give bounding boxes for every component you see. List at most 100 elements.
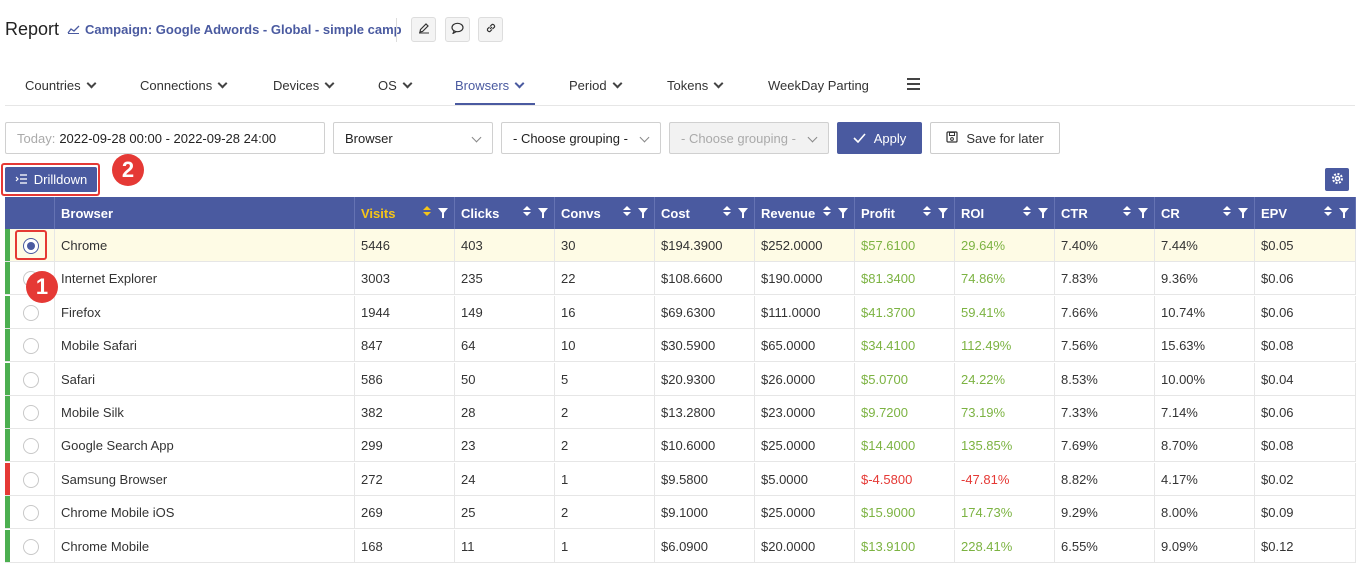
cell-cost: $13.2800	[655, 396, 755, 429]
table-row[interactable]: Chrome Mobile iOS 269 25 2 $9.1000 $25.0000 $1…	[5, 496, 1356, 530]
row-radio[interactable]	[23, 371, 39, 388]
filter-icon[interactable]	[1339, 208, 1349, 218]
row-radio[interactable]	[23, 405, 39, 421]
row-radio[interactable]	[23, 505, 39, 522]
table-settings-button[interactable]	[1325, 168, 1349, 191]
copy-link-button[interactable]	[478, 17, 503, 42]
tab-tokens[interactable]: Tokens	[667, 75, 724, 95]
row-radio[interactable]	[23, 538, 39, 555]
cell-convs: 16	[555, 295, 655, 329]
tab-label: OS	[378, 77, 397, 93]
chevron-down-icon	[639, 132, 650, 143]
sort-icon[interactable]	[923, 206, 931, 216]
annotation-badge-2: 2	[112, 154, 144, 186]
column-header-browser[interactable]: Browser	[55, 197, 355, 229]
date-range-input[interactable]: Today: 2022-09-28 00:00 - 2022-09-28 24:…	[5, 122, 325, 154]
column-header-clicks[interactable]: Clicks	[455, 197, 555, 229]
apply-button[interactable]: Apply	[837, 122, 922, 154]
row-radio[interactable]	[23, 438, 39, 455]
table-row[interactable]: Chrome 5446 403 30 $194.3900 $252.0000 $57.610…	[5, 229, 1356, 262]
column-header-ctr[interactable]: CTR	[1055, 197, 1155, 229]
cell-epv: $0.09	[1255, 496, 1356, 530]
grouping-select-2[interactable]: - Choose grouping -	[501, 122, 661, 154]
filter-icon[interactable]	[1238, 208, 1248, 218]
sort-icon[interactable]	[523, 206, 531, 216]
cell-profit: $-4.5800	[855, 462, 955, 496]
filter-icon[interactable]	[638, 208, 648, 218]
tab-period[interactable]: Period	[569, 75, 623, 95]
column-header-epv[interactable]: EPV	[1255, 197, 1356, 229]
tab-weekday-parting[interactable]: WeekDay Parting	[768, 75, 869, 95]
table-row[interactable]: Mobile Safari 847 64 10 $30.5900 $65.0000 $34.…	[5, 329, 1356, 363]
cell-cr: 8.00%	[1155, 496, 1255, 530]
table-row[interactable]: Safari 586 50 5 $20.9300 $26.0000 $5.0700 24.22…	[5, 362, 1356, 396]
tab-countries[interactable]: Countries	[25, 75, 97, 95]
cell-cost: $69.6300	[655, 295, 755, 329]
tab-label: Connections	[140, 77, 213, 93]
sort-icon[interactable]	[1023, 206, 1031, 216]
sort-icon[interactable]	[1123, 206, 1131, 216]
sort-icon[interactable]	[823, 206, 831, 216]
column-header-roi[interactable]: ROI	[955, 197, 1055, 229]
sort-icon[interactable]	[423, 206, 431, 216]
filter-icon[interactable]	[838, 208, 848, 218]
save-for-later-button[interactable]: Save for later	[930, 122, 1060, 154]
select-column-header	[5, 197, 55, 229]
notes-button[interactable]	[445, 17, 470, 42]
grouping-select-1[interactable]: Browser	[333, 122, 493, 154]
cell-cr: 8.70%	[1155, 429, 1255, 463]
filter-icon[interactable]	[938, 208, 948, 218]
column-label: Clicks	[461, 205, 500, 221]
cell-epv: $0.02	[1255, 462, 1356, 496]
save-icon	[946, 130, 958, 146]
sort-icon[interactable]	[1324, 206, 1332, 216]
column-header-profit[interactable]: Profit	[855, 197, 955, 229]
cell-visits: 847	[355, 329, 455, 363]
column-header-cost[interactable]: Cost	[655, 197, 755, 229]
edit-button[interactable]	[411, 17, 436, 42]
menu-icon[interactable]	[907, 78, 920, 93]
column-header-visits[interactable]: Visits	[355, 197, 455, 229]
tab-browsers[interactable]: Browsers	[455, 75, 525, 95]
cell-ctr: 6.55%	[1055, 529, 1155, 563]
row-radio[interactable]	[23, 471, 39, 488]
cell-clicks: 235	[455, 262, 555, 296]
tab-devices[interactable]: Devices	[273, 75, 335, 95]
row-radio[interactable]	[23, 304, 39, 321]
table-row[interactable]: Chrome Mobile 168 11 1 $6.0900 $20.0000 $13.91…	[5, 529, 1356, 563]
table-row[interactable]: Firefox 1944 149 16 $69.6300 $111.0000 $41.370…	[5, 295, 1356, 329]
campaign-link[interactable]: Campaign: Google Adwords - Global - simp…	[67, 22, 402, 37]
cell-revenue: $252.0000	[755, 229, 855, 262]
tab-os[interactable]: OS	[378, 75, 413, 95]
row-radio[interactable]	[23, 338, 39, 355]
grouping-tabs: Countries Connections Devices OS Browser…	[5, 64, 1355, 106]
filter-icon[interactable]	[738, 208, 748, 218]
filter-icon[interactable]	[1138, 208, 1148, 218]
chevron-down-icon	[217, 78, 228, 88]
column-header-convs[interactable]: Convs	[555, 197, 655, 229]
table-row[interactable]: Google Search App 299 23 2 $10.6000 $25.0000 $…	[5, 429, 1356, 463]
filter-icon[interactable]	[1038, 208, 1048, 218]
sort-icon[interactable]	[623, 206, 631, 216]
select-cell	[5, 396, 55, 429]
filter-icon[interactable]	[438, 208, 448, 218]
column-header-cr[interactable]: CR	[1155, 197, 1255, 229]
link-icon	[485, 21, 497, 39]
select-cell	[5, 429, 55, 463]
grouping-value: Browser	[345, 130, 393, 146]
chevron-down-icon	[514, 78, 525, 88]
column-header-revenue[interactable]: Revenue	[755, 197, 855, 229]
filter-icon[interactable]	[538, 208, 548, 218]
cell-cost: $10.6000	[655, 429, 755, 463]
table-row[interactable]: Samsung Browser 272 24 1 $9.5800 $5.0000 $-4.5…	[5, 462, 1356, 496]
cell-browser: Chrome Mobile iOS	[55, 496, 355, 530]
table-row[interactable]: Internet Explorer 3003 235 22 $108.6600 $190.…	[5, 262, 1356, 296]
sort-icon[interactable]	[723, 206, 731, 216]
tab-connections[interactable]: Connections	[140, 75, 228, 95]
sort-icon[interactable]	[1223, 206, 1231, 216]
tab-label: Countries	[25, 77, 81, 93]
select-cell	[5, 462, 55, 496]
cell-visits: 3003	[355, 262, 455, 296]
table-row[interactable]: Mobile Silk 382 28 2 $13.2800 $23.0000 $9.7200…	[5, 396, 1356, 429]
campaign-name: Campaign: Google Adwords - Global - simp…	[85, 22, 402, 37]
